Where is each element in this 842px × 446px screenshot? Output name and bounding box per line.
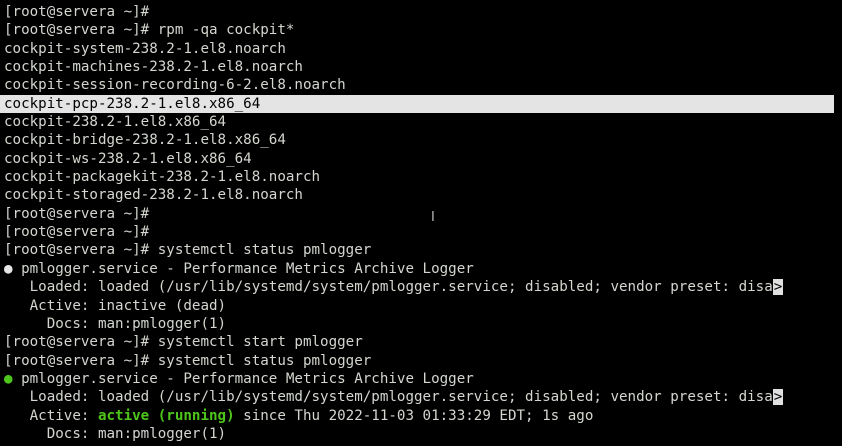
terminal-line: cockpit-storaged-238.2-1.el8.noarch [4,187,303,204]
terminal-line: Docs: man:pmlogger(1) [4,315,227,332]
active-since: since Thu 2022-11-03 01:33:29 EDT; 1s ag… [234,407,594,424]
terminal-line: [root@servera ~]# rpm -qa cockpit* [4,22,295,39]
terminal-line: cockpit-machines-238.2-1.el8.noarch [4,59,303,76]
terminal-line: Loaded: loaded (/usr/lib/systemd/system/… [0,388,842,406]
terminal-line: cockpit-238.2-1.el8.x86_64 [4,114,227,131]
terminal-line-selected[interactable]: cockpit-pcp-238.2-1.el8.x86_64 [0,94,834,114]
text-cursor-icon: I [431,210,435,225]
terminal-window[interactable]: [root@servera ~]# [root@servera ~]# rpm … [0,0,842,446]
status-dot-icon: ● [4,260,13,277]
truncation-marker: > [772,279,784,296]
terminal-line: ● pmlogger.service - Performance Metrics… [0,370,842,388]
service-title: pmlogger.service - Performance Metrics A… [12,260,474,277]
truncation-marker: > [772,389,784,406]
terminal-line: Loaded: loaded (/usr/lib/systemd/system/… [0,278,842,296]
loaded-text: Loaded: loaded (/usr/lib/systemd/system/… [4,389,773,406]
loaded-text: Loaded: loaded (/usr/lib/systemd/system/… [4,279,773,296]
terminal-line: [root@servera ~]# [4,4,150,20]
terminal-line: [root@servera ~]# systemctl start pmlogg… [4,334,363,351]
terminal-line: Active: inactive (dead) [4,297,227,314]
terminal-line: Active: active (running) since Thu 2022-… [0,407,842,425]
status-dot-icon: ● [4,370,13,387]
terminal-line: ● pmlogger.service - Performance Metrics… [0,260,842,278]
terminal-line: [root@servera ~]# [4,205,150,222]
terminal-line: cockpit-ws-238.2-1.el8.x86_64 [4,150,252,167]
active-label: Active: [4,407,98,424]
terminal-line: cockpit-bridge-238.2-1.el8.x86_64 [4,132,286,149]
terminal-line: cockpit-system-238.2-1.el8.noarch [4,40,286,57]
terminal-line: Docs: man:pmlogger(1) [4,425,227,442]
terminal-line: cockpit-session-recording-6-2.el8.noarch [4,77,346,94]
terminal-line: cockpit-packagekit-238.2-1.el8.noarch [4,169,321,186]
service-title: pmlogger.service - Performance Metrics A… [12,370,474,387]
terminal-line: [root@servera ~]# systemctl status pmlog… [4,242,372,259]
active-status: active (running) [97,407,235,424]
terminal-line: [root@servera ~]# systemctl status pmlog… [4,352,372,369]
terminal-line: [root@servera ~]# [4,224,150,241]
